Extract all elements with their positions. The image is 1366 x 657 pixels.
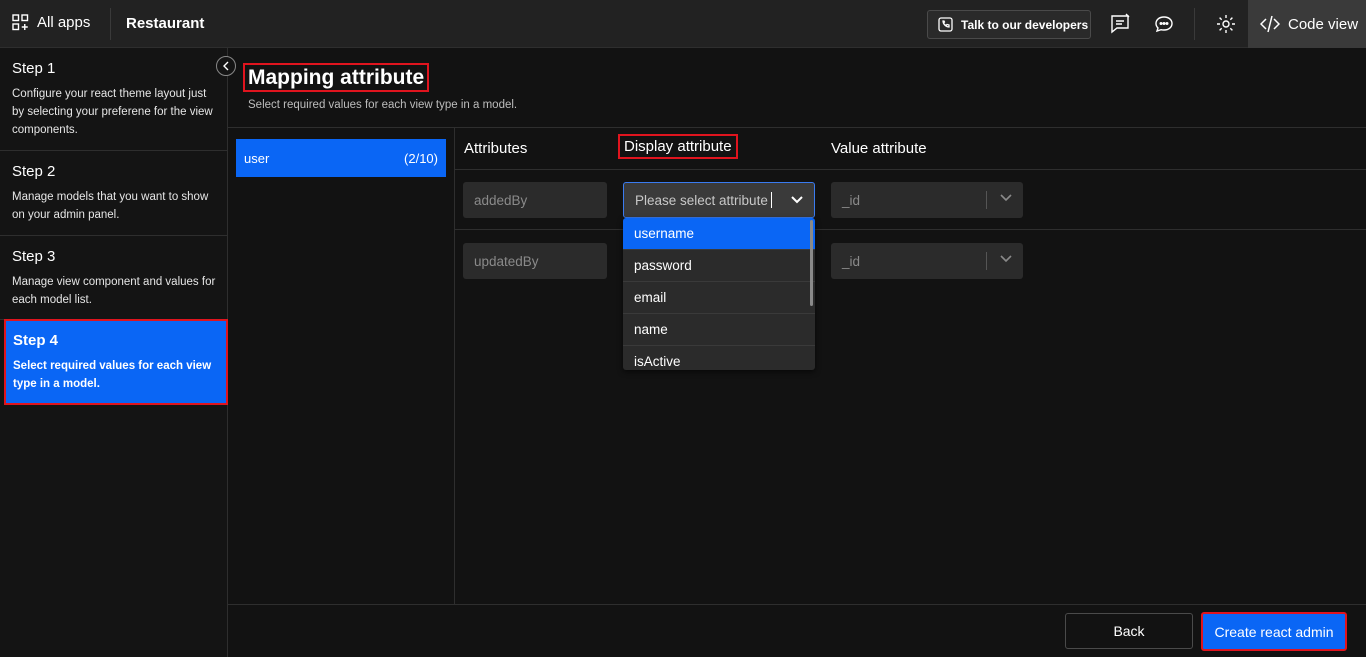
dropdown-option[interactable]: email — [623, 282, 815, 314]
project-name: Restaurant — [126, 15, 205, 32]
all-apps-link[interactable]: All apps — [12, 14, 90, 31]
code-view-button[interactable]: Code view — [1248, 0, 1366, 48]
grid-apps-icon — [12, 14, 29, 31]
divider — [228, 127, 1366, 128]
chat-icon[interactable] — [1153, 13, 1175, 35]
step-description: Manage models that you want to show on y… — [12, 191, 209, 221]
display-attribute-dropdown: username password email name isActive — [623, 218, 815, 370]
talk-to-developers-label: Talk to our developers — [961, 17, 1089, 32]
divider — [986, 252, 987, 270]
divider — [110, 8, 111, 40]
code-view-label: Code view — [1288, 15, 1359, 33]
gear-icon[interactable] — [1215, 13, 1237, 35]
model-name: user — [244, 150, 270, 166]
step-title: Step 2 — [12, 163, 56, 180]
attribute-field: updatedBy — [463, 243, 607, 279]
text-cursor — [770, 192, 772, 208]
column-header-attributes: Attributes — [464, 140, 528, 157]
all-apps-label: All apps — [37, 14, 91, 31]
dropdown-option[interactable]: password — [623, 250, 815, 282]
scrollbar[interactable] — [810, 220, 813, 306]
dropdown-option[interactable]: name — [623, 314, 815, 346]
top-bar: All apps Restaurant Talk to our develope… — [0, 0, 1366, 48]
step-3[interactable]: Step 3 Manage view component and values … — [0, 236, 228, 320]
step-4[interactable]: Step 4 Select required values for each v… — [4, 319, 228, 405]
divider — [455, 169, 1366, 170]
step-title: Step 1 — [12, 60, 56, 77]
select-placeholder: Please select attribute — [635, 192, 768, 208]
step-title: Step 4 — [13, 332, 59, 349]
page-title: Mapping attribute — [243, 63, 430, 92]
step-description: Configure your react theme layout just b… — [12, 88, 213, 136]
back-button[interactable]: Back — [1065, 613, 1193, 649]
chevron-down-icon — [1000, 255, 1012, 263]
code-icon — [1260, 15, 1280, 33]
chevron-left-icon — [223, 61, 229, 71]
attribute-field: addedBy — [463, 182, 607, 218]
create-react-admin-button[interactable]: Create react admin — [1201, 612, 1347, 651]
step-2[interactable]: Step 2 Manage models that you want to sh… — [0, 151, 228, 236]
model-item-user[interactable]: user (2/10) — [236, 139, 446, 177]
divider — [1194, 8, 1195, 40]
phone-icon — [938, 17, 953, 32]
chevron-down-icon — [1000, 194, 1012, 202]
column-header-value: Value attribute — [831, 140, 927, 157]
step-description: Select required values for each view typ… — [13, 360, 212, 390]
chevron-down-icon — [791, 196, 803, 204]
divider — [986, 191, 987, 209]
page-subtitle: Select required values for each view typ… — [248, 99, 518, 111]
feedback-icon[interactable] — [1109, 13, 1131, 35]
model-count: (2/10) — [404, 150, 438, 166]
step-title: Step 3 — [12, 248, 56, 265]
step-1[interactable]: Step 1 Configure your react theme layout… — [0, 48, 228, 151]
dropdown-option[interactable]: isActive — [623, 346, 815, 370]
divider — [455, 229, 1366, 230]
select-value: _id — [842, 253, 861, 269]
select-value: _id — [842, 192, 861, 208]
collapse-sidebar-button[interactable] — [216, 56, 236, 76]
display-attribute-select[interactable]: Please select attribute — [623, 182, 815, 218]
value-attribute-select[interactable]: _id — [831, 243, 1023, 279]
talk-to-developers-button[interactable]: Talk to our developers — [927, 10, 1091, 39]
dropdown-option[interactable]: username — [623, 218, 815, 250]
step-description: Manage view component and values for eac… — [12, 276, 216, 306]
column-header-display: Display attribute — [618, 134, 738, 159]
divider — [454, 127, 455, 604]
value-attribute-select[interactable]: _id — [831, 182, 1023, 218]
footer-bar — [228, 604, 1366, 657]
